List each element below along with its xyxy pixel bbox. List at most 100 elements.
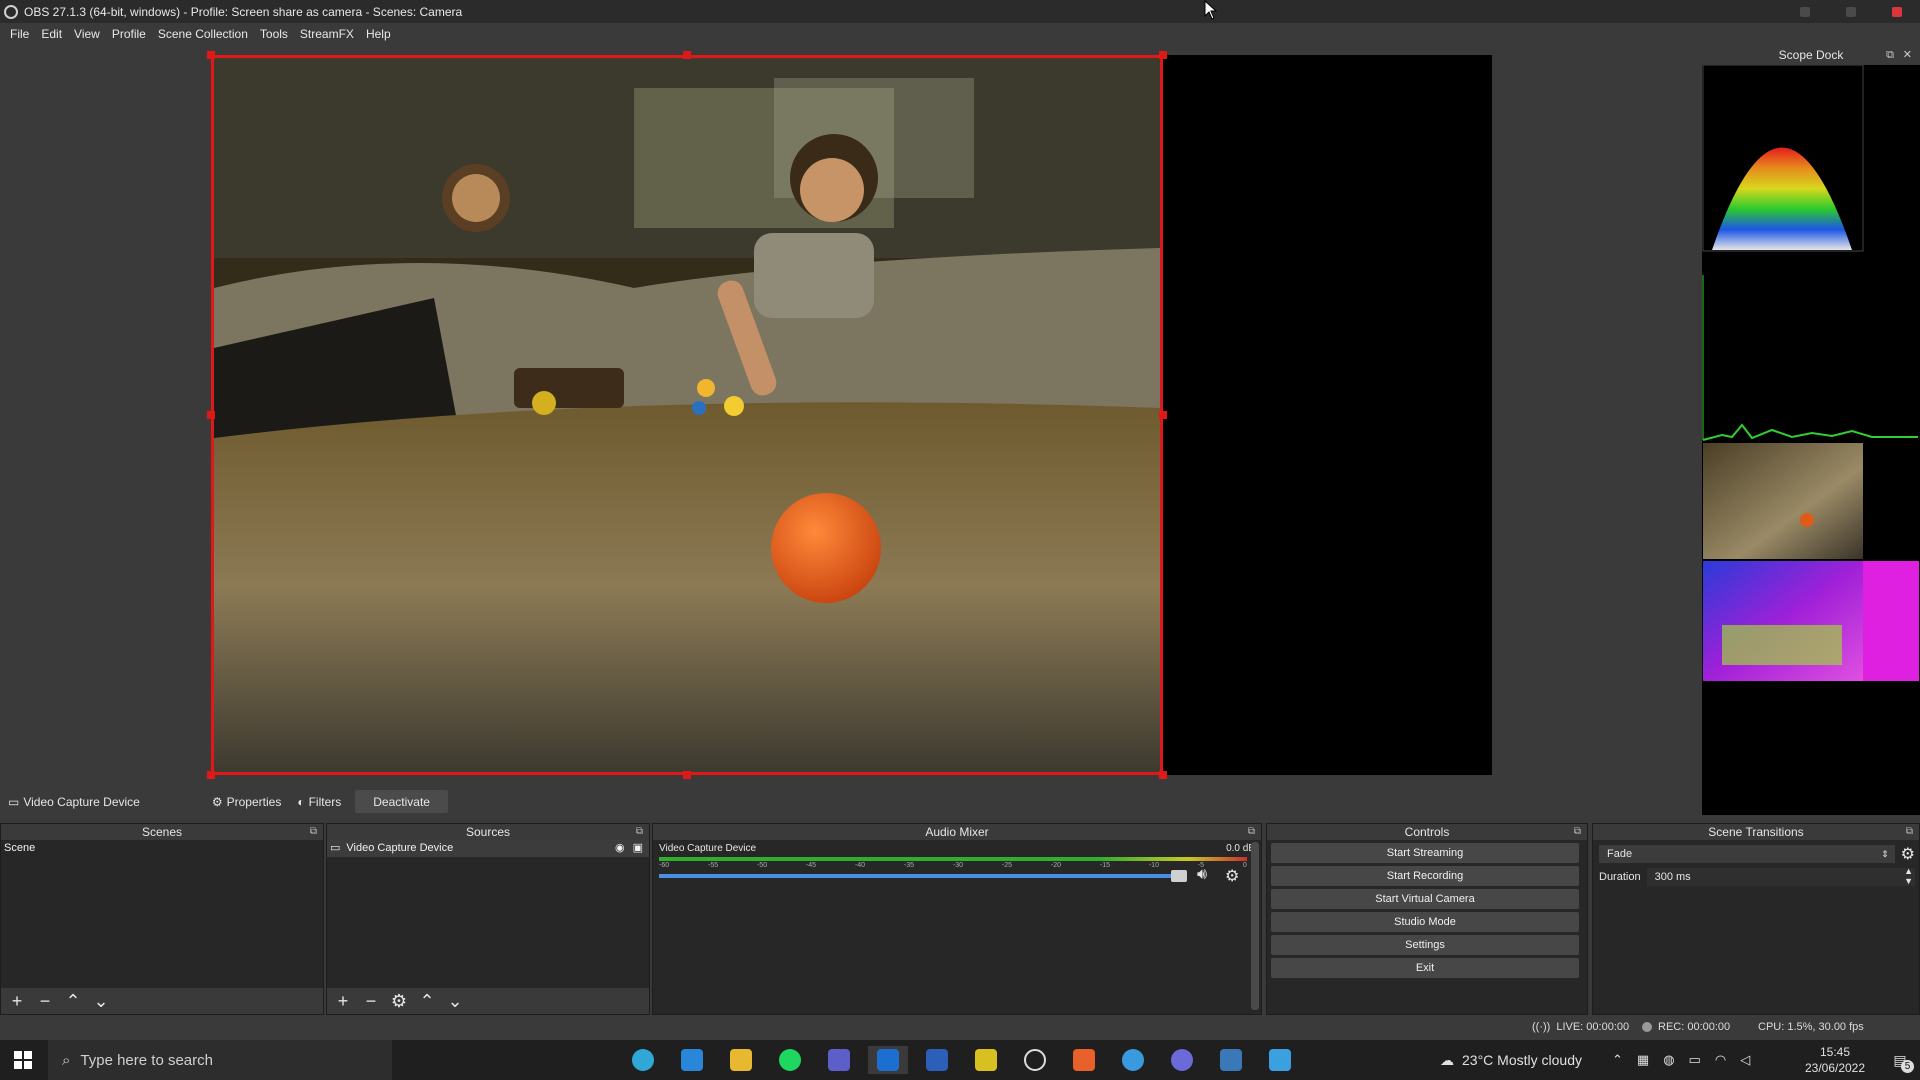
menu-view[interactable]: View [68,27,106,41]
resize-handle[interactable] [683,771,691,779]
lock-icon[interactable]: ▣ [633,840,643,857]
app-purple-icon[interactable] [1162,1046,1202,1074]
remove-icon[interactable]: − [361,991,381,1012]
volume-icon[interactable]: ◁ [1740,1052,1750,1068]
start-button[interactable] [0,1040,46,1080]
app-blue-icon[interactable] [1113,1046,1153,1074]
taskbar: ⌕ Type here to search ☁ 23°C Mostly clou… [0,1040,1920,1080]
word-icon[interactable] [917,1046,957,1074]
resize-handle[interactable] [207,411,215,419]
float-icon[interactable]: ⧉ [1886,45,1894,65]
menu-file[interactable]: File [4,27,35,41]
move-up-icon[interactable]: ⌃ [63,991,83,1012]
obs-icon[interactable] [1015,1046,1055,1074]
preview-area[interactable] [0,45,1700,787]
filters-button[interactable]: ◐ Filters [289,790,349,813]
add-icon[interactable]: + [333,991,353,1012]
source-item-label: Video Capture Device [346,842,454,854]
transition-select[interactable]: Fade ⇕ [1599,845,1895,863]
scene-transitions-dock: Scene Transitions ⧉ Fade ⇕ ⚙ Duration 30… [1592,823,1920,1015]
window-controls [1782,0,1920,23]
mixer-scrollbar[interactable] [1251,842,1259,1010]
float-icon[interactable]: ⧉ [310,824,317,840]
python-icon[interactable] [1211,1046,1251,1074]
add-icon[interactable]: + [7,991,27,1012]
resize-handle[interactable] [1159,51,1167,59]
app-network-icon[interactable] [1260,1046,1300,1074]
duration-value: 300 ms [1654,871,1691,883]
studio-mode-button[interactable]: Studio Mode [1271,912,1579,932]
video-capture-preview[interactable] [211,55,1163,775]
deactivate-button[interactable]: Deactivate [355,790,448,813]
battery-icon[interactable]: ▭ [1689,1052,1701,1068]
menu-tools[interactable]: Tools [254,27,294,41]
taskbar-search[interactable]: ⌕ Type here to search [48,1040,392,1080]
float-icon[interactable]: ⧉ [1906,824,1913,840]
meter-tick: -45 [805,862,817,869]
menu-streamfx[interactable]: StreamFX [294,27,360,41]
move-down-icon[interactable]: ⌄ [91,991,111,1012]
resize-handle[interactable] [1159,771,1167,779]
start-streaming-button[interactable]: Start Streaming [1271,843,1579,863]
outlook-icon[interactable] [868,1046,908,1074]
gear-icon[interactable]: ⚙ [1901,844,1915,864]
resize-handle[interactable] [207,51,215,59]
scope-visualizations [1702,64,1919,681]
volume-slider-handle[interactable] [1171,870,1187,882]
file-explorer-icon[interactable] [721,1046,761,1074]
speaker-icon[interactable]: 🔊︎ [1197,866,1207,884]
exit-button[interactable]: Exit [1271,958,1579,978]
scenes-title: Scenes [141,825,183,839]
move-down-icon[interactable]: ⌄ [445,991,465,1012]
search-placeholder: Type here to search [80,1051,213,1069]
resize-handle[interactable] [207,771,215,779]
scene-item[interactable]: Scene [1,840,323,857]
meter-tick: -10 [1148,862,1159,869]
close-icon[interactable]: ✕ [1903,45,1912,65]
mixer-channel-header: Video Capture Device 0.0 dB [659,843,1255,854]
tray-app-icon[interactable]: ▦ [1637,1052,1649,1068]
edge-dev-icon[interactable] [623,1046,663,1074]
chevron-up-icon[interactable]: ⌃ [1612,1052,1623,1068]
spotify-icon[interactable] [770,1046,810,1074]
resize-handle[interactable] [1159,411,1167,419]
start-virtual-camera-button[interactable]: Start Virtual Camera [1271,889,1579,909]
duration-spinbox[interactable]: 300 ms ▲ ▼ [1646,866,1915,886]
start-recording-button[interactable]: Start Recording [1271,866,1579,886]
notification-center[interactable]: ▤ 5 [1880,1040,1920,1080]
settings-button[interactable]: Settings [1271,935,1579,955]
float-icon[interactable]: ⧉ [1574,824,1581,840]
close-button[interactable] [1874,0,1920,23]
globe-icon[interactable]: ◍ [1663,1052,1674,1068]
properties-button[interactable]: ⚙ Properties [204,790,289,813]
maximize-button[interactable] [1828,0,1874,23]
resize-handle[interactable] [683,51,691,59]
mixer-channel-name: Video Capture Device [659,843,757,854]
menu-profile[interactable]: Profile [106,27,152,41]
menu-scene-collection[interactable]: Scene Collection [152,27,254,41]
notification-badge: 5 [1901,1060,1914,1073]
scenes-dock: Scenes ⧉ Scene + − ⌃ ⌄ [0,823,324,1015]
spin-arrows-icon[interactable]: ▲ ▼ [1904,866,1913,886]
gear-icon[interactable]: ⚙ [1225,866,1239,886]
move-up-icon[interactable]: ⌃ [417,991,437,1012]
source-item[interactable]: ▭ Video Capture Device ◉ ▣ [327,840,649,857]
clock[interactable]: 15:45 23/06/2022 [1800,1040,1870,1080]
minimize-button[interactable] [1782,0,1828,23]
float-icon[interactable]: ⧉ [636,824,643,840]
gear-icon[interactable]: ⚙ [389,991,409,1012]
volume-slider-track[interactable] [659,870,1187,882]
weather-widget[interactable]: ☁ 23°C Mostly cloudy [1440,1040,1582,1080]
wifi-icon[interactable]: ◠ [1715,1052,1726,1068]
teams-icon[interactable] [819,1046,859,1074]
menu-edit[interactable]: Edit [35,27,68,41]
float-icon[interactable]: ⧉ [1248,824,1255,840]
meter-tick: -50 [756,862,768,869]
remove-icon[interactable]: − [35,991,55,1012]
app-orange-icon[interactable] [1064,1046,1104,1074]
vscode-icon[interactable] [672,1046,712,1074]
menu-help[interactable]: Help [360,27,397,41]
scope-dock-title: Scope Dock ⧉ ✕ [1702,45,1920,65]
app-yellow-icon[interactable] [966,1046,1006,1074]
eye-icon[interactable]: ◉ [615,840,625,857]
